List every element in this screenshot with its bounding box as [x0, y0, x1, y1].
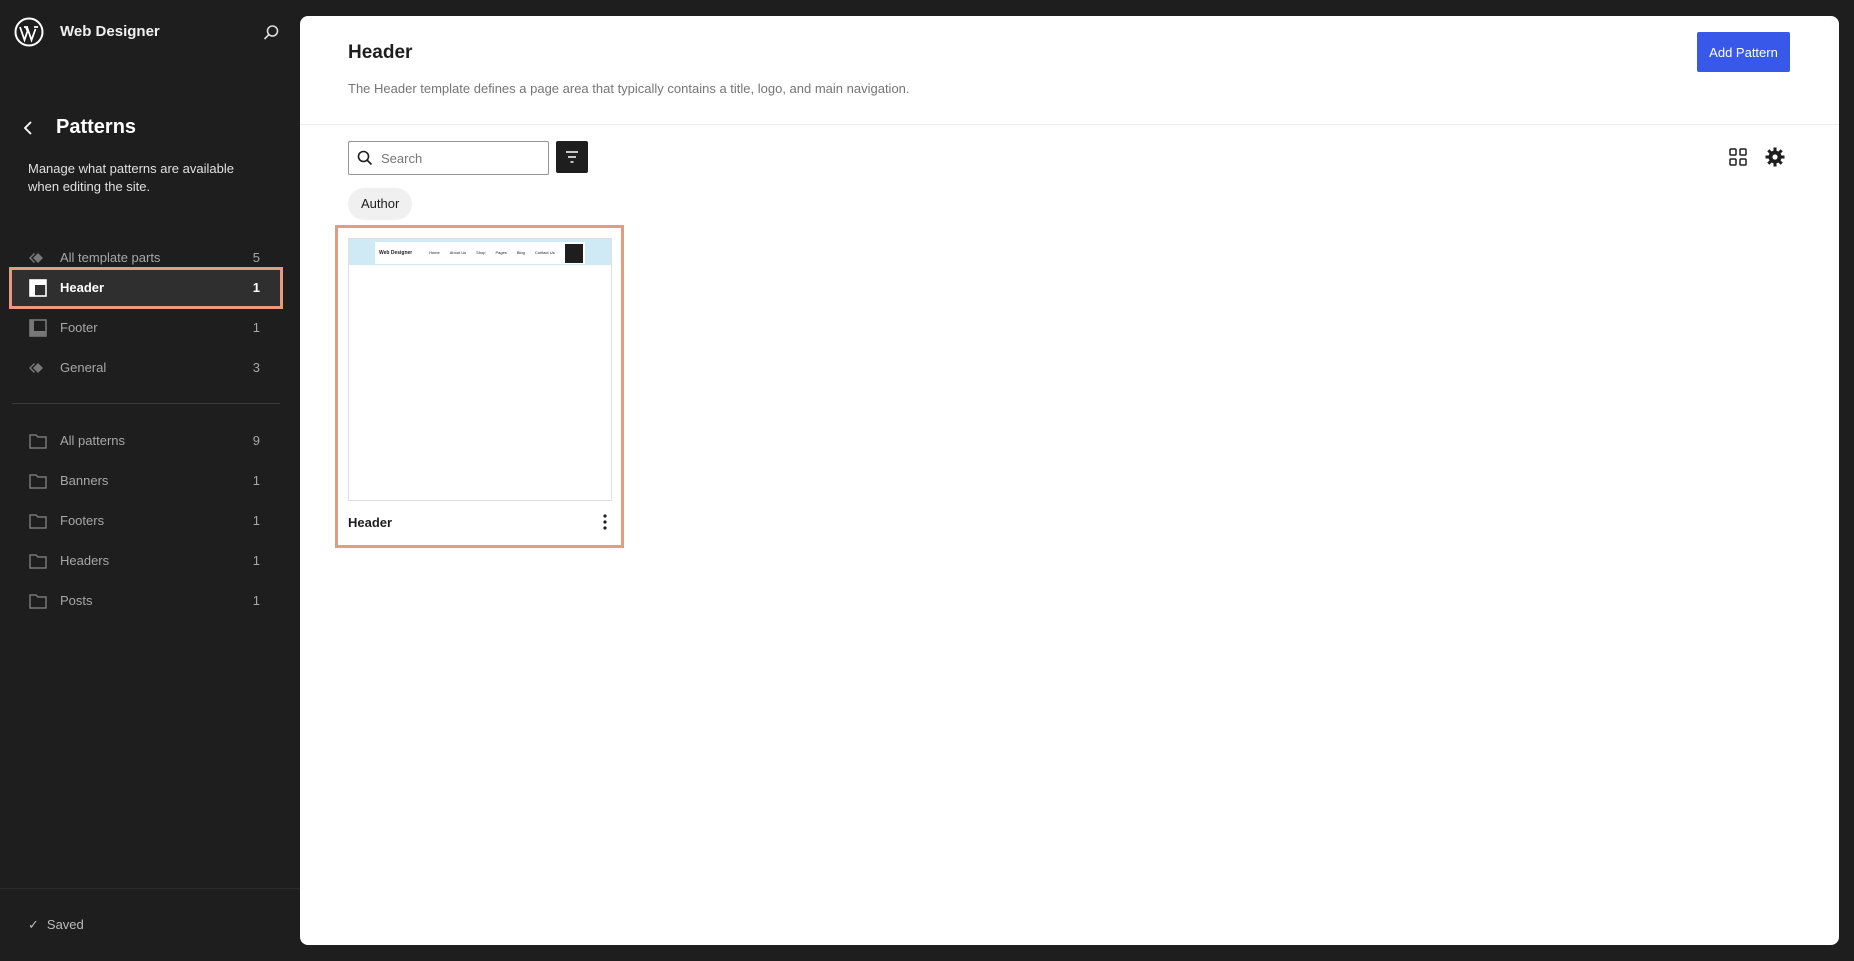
header-layout-icon	[29, 279, 47, 297]
sidebar-item-count: 3	[252, 360, 260, 375]
sidebar-item-label: Banners	[60, 473, 109, 488]
site-name[interactable]: Web Designer	[60, 23, 160, 40]
sidebar-item-label: All template parts	[60, 250, 161, 265]
pattern-card-title: Header	[348, 515, 393, 530]
page-description: The Header template defines a page area …	[348, 81, 910, 96]
folder-icon	[29, 434, 47, 449]
sidebar-item-footer[interactable]: Footer 1	[12, 310, 280, 346]
sidebar-item-count: 5	[252, 250, 260, 265]
folder-icon	[29, 514, 47, 529]
sidebar-item-count: 1	[252, 593, 260, 608]
sidebar-item-label: Posts	[60, 593, 93, 608]
sidebar-item-count: 1	[252, 473, 260, 488]
sidebar-item-count: 1	[252, 553, 260, 568]
pattern-card[interactable]: Web Designer Home About Us Shop Pages Blog Co…	[335, 225, 624, 548]
add-pattern-button[interactable]: Add Pattern	[1697, 32, 1790, 72]
sidebar-item-count: 1	[252, 280, 260, 295]
sidebar-item-posts[interactable]: Posts 1	[12, 583, 280, 619]
search-field[interactable]	[348, 141, 549, 175]
site-hub: Web Designer	[0, 0, 300, 64]
sidebar-item-all-patterns[interactable]: All patterns 9	[12, 423, 280, 459]
preview-button	[565, 244, 583, 263]
preview-nav-item: Blog	[516, 250, 525, 255]
preview-nav-item: Pages	[495, 250, 507, 255]
sidebar-item-label: Footers	[60, 513, 105, 528]
grid-view-icon[interactable]	[1728, 147, 1748, 167]
search-icon	[357, 150, 373, 166]
sidebar-footer-divider	[0, 888, 300, 889]
sidebar-title: Patterns	[56, 116, 137, 138]
footer-layout-icon	[29, 319, 47, 337]
sidebar-item-header[interactable]: Header 1	[9, 267, 283, 309]
save-status-label: Saved	[46, 917, 84, 932]
sidebar-item-headers[interactable]: Headers 1	[12, 543, 280, 579]
sidebar-item-general[interactable]: General 3	[12, 350, 280, 386]
main-content: Header The Header template defines a pag…	[300, 16, 1839, 945]
search-input[interactable]	[381, 148, 541, 168]
diamonds-icon	[29, 363, 43, 373]
search-icon[interactable]	[260, 22, 282, 44]
preview-header-inner: Web Designer Home About Us Shop Pages Blog Co…	[375, 242, 585, 264]
folder-icon	[29, 554, 47, 569]
wordpress-logo-icon[interactable]	[14, 17, 44, 47]
author-filter-chip[interactable]: Author	[348, 188, 413, 220]
gear-icon[interactable]	[1764, 146, 1786, 168]
folder-icon	[29, 474, 47, 489]
sidebar: Web Designer Patterns Manage what patter…	[0, 0, 300, 961]
preview-nav-item: Contact Us	[534, 250, 555, 255]
filter-button[interactable]	[556, 141, 588, 173]
more-options-icon[interactable]	[596, 512, 614, 532]
sidebar-description: Manage what patterns are available when …	[28, 161, 234, 194]
back-chevron-icon[interactable]	[18, 116, 38, 140]
preview-nav-item: Shop	[476, 250, 486, 255]
sidebar-item-count: 9	[252, 433, 260, 448]
preview-nav-item: About Us	[449, 250, 467, 255]
preview-nav-item: Home	[429, 250, 440, 255]
pattern-preview[interactable]: Web Designer Home About Us Shop Pages Blog Co…	[348, 238, 612, 501]
sidebar-divider	[12, 403, 280, 404]
sidebar-item-label: All patterns	[60, 433, 126, 448]
preview-site-title: Web Designer	[379, 250, 413, 256]
save-status: ✓ Saved	[28, 917, 84, 933]
sidebar-item-label: Header	[60, 280, 105, 295]
sidebar-item-count: 1	[252, 513, 260, 528]
checkmark-icon: ✓	[28, 917, 39, 932]
preview-navigation: Home About Us Shop Pages Blog Contact Us	[429, 250, 565, 255]
sidebar-item-banners[interactable]: Banners 1	[12, 463, 280, 499]
diamonds-icon	[29, 253, 43, 263]
sidebar-item-label: Footer	[60, 320, 98, 335]
header-divider	[300, 124, 1839, 125]
sidebar-item-label: General	[60, 360, 107, 375]
sidebar-item-label: Headers	[60, 553, 110, 568]
preview-header-bar: Web Designer Home About Us Shop Pages Blog Co…	[349, 239, 611, 265]
page-title: Header	[348, 42, 413, 63]
sidebar-item-count: 1	[252, 320, 260, 335]
folder-icon	[29, 594, 47, 609]
sidebar-item-footers[interactable]: Footers 1	[12, 503, 280, 539]
